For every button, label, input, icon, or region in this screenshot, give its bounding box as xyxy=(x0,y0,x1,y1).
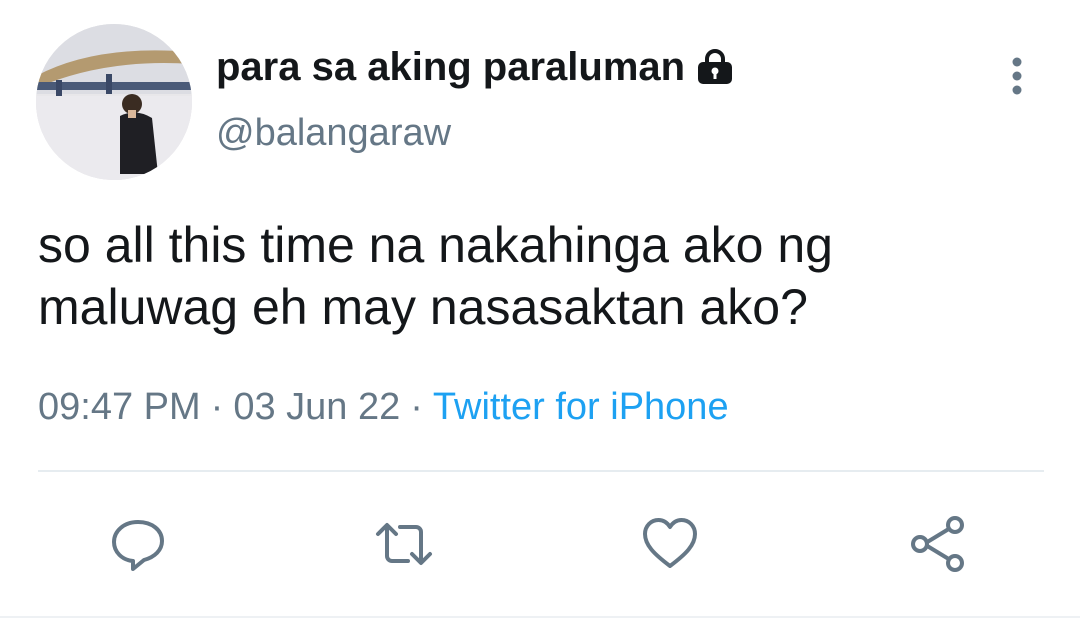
display-name-row: para sa aking paraluman xyxy=(216,42,735,92)
tweet-time: 09:47 PM xyxy=(38,386,201,428)
share-icon xyxy=(911,516,964,572)
divider xyxy=(38,470,1044,472)
tweet-text-line: so all this time na nakahinga ako ng xyxy=(38,217,833,273)
more-vertical-icon[interactable] xyxy=(1000,56,1034,96)
heart-icon xyxy=(643,518,697,568)
tweet-date: 03 Jun 22 xyxy=(233,386,401,428)
tweet-text-line: maluwag eh may nasasaktan ako? xyxy=(38,279,808,335)
retweet-icon xyxy=(376,523,432,565)
display-name[interactable]: para sa aking paraluman xyxy=(216,45,685,90)
tweet-meta: 09:47 PM · 03 Jun 22 · Twitter for iPhone xyxy=(38,386,729,429)
reply-button[interactable] xyxy=(108,514,168,574)
tweet-source-link[interactable]: Twitter for iPhone xyxy=(433,386,729,428)
handle[interactable]: @balangaraw xyxy=(216,112,451,155)
reply-icon xyxy=(112,520,164,571)
tweet-text: so all this time na nakahinga ako ng mal… xyxy=(38,214,1048,338)
meta-separator: · xyxy=(210,386,224,428)
like-button[interactable] xyxy=(640,514,700,574)
retweet-button[interactable] xyxy=(374,514,434,574)
lock-icon xyxy=(695,49,735,85)
share-button[interactable] xyxy=(908,514,968,574)
bottom-divider xyxy=(0,616,1080,618)
meta-separator: · xyxy=(410,386,423,428)
avatar[interactable] xyxy=(36,24,192,180)
